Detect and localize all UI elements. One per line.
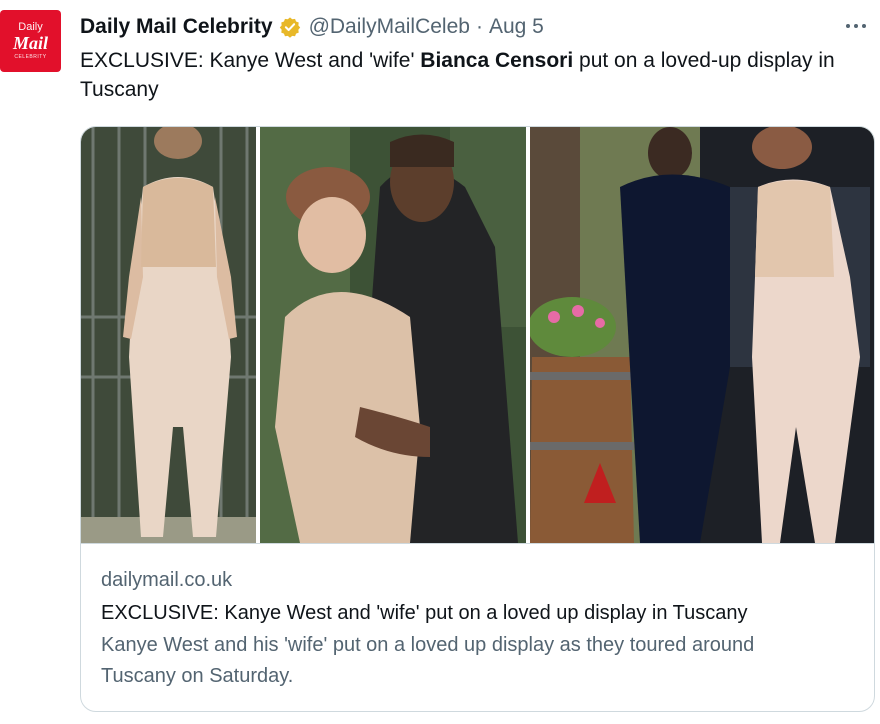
card-info[interactable]: dailymail.co.uk EXCLUSIVE: Kanye West an… [81, 543, 874, 711]
tweet-date[interactable]: Aug 5 [489, 15, 544, 39]
more-dot [862, 24, 866, 28]
avatar-text-mail: Mail [12, 33, 48, 53]
card-title: EXCLUSIVE: Kanye West and 'wife' put on … [101, 602, 748, 624]
avatar-text-daily: Daily [18, 21, 43, 33]
card-media[interactable] [81, 127, 874, 543]
tweet-text: EXCLUSIVE: Kanye West and 'wife' Bianca … [80, 46, 850, 104]
account-name[interactable]: Daily Mail Celebrity [80, 15, 273, 39]
account-handle[interactable]: @DailyMailCeleb [309, 15, 470, 39]
card-photo[interactable] [530, 127, 874, 543]
card-domain: dailymail.co.uk [101, 569, 233, 591]
separator-dot: · [475, 15, 483, 38]
tweet[interactable]: Daily Mail CELEBRITY Daily Mail Celebrit… [0, 0, 880, 724]
tweet-text-mention: Bianca Censori [420, 49, 574, 72]
card-photo[interactable] [81, 127, 256, 543]
verified-badge-icon[interactable] [279, 16, 301, 38]
avatar-text-celebrity: CELEBRITY [14, 54, 47, 60]
link-card[interactable]: dailymail.co.uk EXCLUSIVE: Kanye West an… [80, 126, 875, 712]
more-options-icon[interactable] [840, 10, 872, 42]
card-description: Kanye West and his 'wife' put on a loved… [101, 634, 755, 687]
card-photo[interactable] [260, 127, 526, 543]
tweet-text-part: EXCLUSIVE: Kanye West and 'wife' [80, 49, 421, 72]
avatar[interactable]: Daily Mail CELEBRITY [0, 10, 61, 72]
more-dot [846, 24, 850, 28]
tweet-header: Daily Mail Celebrity @DailyMailCeleb · A… [80, 12, 544, 42]
more-dot [854, 24, 858, 28]
